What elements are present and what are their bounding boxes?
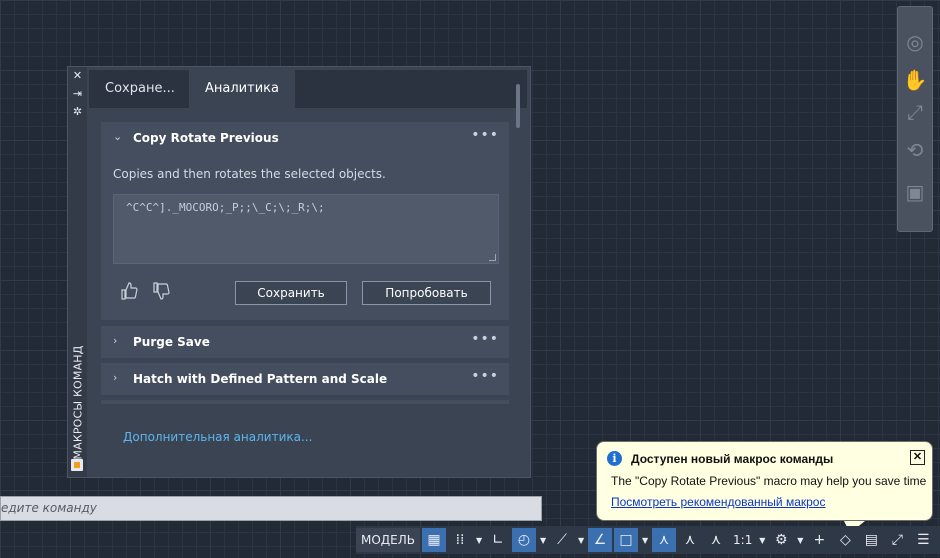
- chevron-down-icon[interactable]: ▼: [640, 528, 650, 552]
- command-input[interactable]: [1, 497, 521, 518]
- ortho-icon[interactable]: ∟: [486, 528, 510, 552]
- auto-hide-icon[interactable]: ⇥: [71, 87, 84, 100]
- navigation-bar: ◎ ✋ ⤢ ⟲ ▣: [897, 6, 933, 232]
- palette-logo-icon: [71, 459, 83, 471]
- view-recommended-macro-link[interactable]: Посмотреть рекомендованный макрос: [611, 495, 825, 509]
- macro-card-title: Hatch with Defined Pattern and Scale: [133, 372, 388, 386]
- steering-wheel-icon[interactable]: ◎: [902, 29, 928, 55]
- chevron-down-icon[interactable]: ⌄: [113, 131, 123, 143]
- macro-textarea[interactable]: ^C^C^]._MOCORO;_P;;\_C;\;_R;\;: [113, 194, 499, 264]
- status-bar: МОДЕЛЬ ▦ ⁞⁞ ▼ ∟ ◴ ▼ ⟋ ▼ ∠ □ ▼ ⋏ ⋏ ⋏ 1:1 …: [356, 526, 940, 554]
- command-line: [0, 496, 542, 521]
- fullscreen-icon[interactable]: ⤢: [885, 528, 909, 552]
- more-analytics-link[interactable]: Дополнительная аналитика...: [123, 430, 312, 444]
- zoom-extents-icon[interactable]: ⤢: [902, 99, 928, 125]
- info-icon: i: [607, 451, 622, 466]
- customization-menu-icon[interactable]: ☰: [911, 528, 935, 552]
- chevron-down-icon[interactable]: ▼: [538, 528, 548, 552]
- orbit-icon[interactable]: ⟲: [902, 137, 928, 163]
- close-icon[interactable]: ✕: [71, 69, 84, 82]
- resize-grip-icon[interactable]: [489, 254, 496, 261]
- showmotion-icon[interactable]: ▣: [902, 179, 928, 205]
- annotation-visibility-icon[interactable]: ⋏: [652, 528, 677, 552]
- isometric-icon[interactable]: ⟋: [550, 528, 574, 552]
- balloon-message: The "Copy Rotate Previous" macro may hel…: [611, 474, 927, 488]
- scale-selector[interactable]: 1:1: [730, 528, 755, 552]
- more-options-icon[interactable]: •••: [471, 369, 499, 383]
- annotation-scale-icon[interactable]: ⋏: [704, 528, 728, 552]
- chevron-right-icon[interactable]: ›: [113, 335, 123, 347]
- more-options-icon[interactable]: •••: [471, 128, 499, 142]
- macro-card-hatch[interactable]: › Hatch with Defined Pattern and Scale •…: [101, 363, 509, 395]
- object-snap-tracking-icon[interactable]: ∠: [588, 528, 613, 552]
- macro-card-partial: [101, 400, 509, 404]
- macro-card-header[interactable]: ⌄ Copy Rotate Previous •••: [101, 122, 509, 154]
- chevron-down-icon[interactable]: ▼: [795, 528, 805, 552]
- macro-description: Copies and then rotates the selected obj…: [113, 167, 386, 181]
- object-snap-icon[interactable]: □: [614, 528, 639, 552]
- gear-icon[interactable]: ⚙: [769, 528, 793, 552]
- macro-card-title: Copy Rotate Previous: [133, 131, 279, 145]
- tab-analytics[interactable]: Аналитика: [189, 70, 295, 108]
- palette-title-strip: ✕ ⇥ ✲ МАКРОСЫ КОМАНД: [68, 67, 87, 477]
- grid-icon[interactable]: ▦: [422, 528, 447, 552]
- close-icon[interactable]: ✕: [910, 450, 925, 465]
- thumbs-up-icon[interactable]: [119, 281, 139, 301]
- balloon-title: Доступен новый макрос команды: [631, 452, 834, 466]
- macro-card-copy-rotate: ⌄ Copy Rotate Previous ••• Copies and th…: [101, 122, 509, 320]
- macro-card-title: Purge Save: [133, 335, 210, 349]
- chevron-down-icon[interactable]: ▼: [757, 528, 767, 552]
- plus-icon[interactable]: +: [807, 528, 831, 552]
- notification-balloon: i Доступен новый макрос команды ✕ The "C…: [596, 441, 933, 521]
- chevron-down-icon[interactable]: ▼: [474, 528, 484, 552]
- auto-scale-icon[interactable]: ⋏: [678, 528, 702, 552]
- more-options-icon[interactable]: •••: [471, 332, 499, 346]
- try-button[interactable]: Попробовать: [362, 281, 491, 305]
- tab-saved[interactable]: Сохране...: [89, 70, 205, 108]
- snap-icon[interactable]: ⁞⁞: [448, 528, 472, 552]
- palette-title: МАКРОСЫ КОМАНД: [71, 344, 85, 460]
- command-macros-palette: ✕ ⇥ ✲ МАКРОСЫ КОМАНД Сохране... Аналитик…: [67, 66, 531, 478]
- model-space-button[interactable]: МОДЕЛЬ: [356, 528, 421, 552]
- properties-gear-icon[interactable]: ✲: [71, 105, 84, 118]
- chevron-right-icon[interactable]: ›: [113, 372, 123, 384]
- scrollbar-thumb[interactable]: [516, 84, 520, 128]
- palette-tabs: Сохране... Аналитика: [89, 70, 527, 108]
- save-button[interactable]: Сохранить: [235, 281, 347, 305]
- isolate-objects-icon[interactable]: ◇: [833, 528, 857, 552]
- thumbs-down-icon[interactable]: [151, 281, 171, 301]
- analytics-content: ⌄ Copy Rotate Previous ••• Copies and th…: [89, 84, 527, 474]
- polar-tracking-icon[interactable]: ◴: [512, 528, 537, 552]
- macro-notification-icon[interactable]: ▤: [859, 528, 883, 552]
- macro-card-purge-save[interactable]: › Purge Save •••: [101, 326, 509, 358]
- macro-code: ^C^C^]._MOCORO;_P;;\_C;\;_R;\;: [126, 201, 325, 214]
- pan-hand-icon[interactable]: ✋: [902, 67, 928, 93]
- chevron-down-icon[interactable]: ▼: [576, 528, 586, 552]
